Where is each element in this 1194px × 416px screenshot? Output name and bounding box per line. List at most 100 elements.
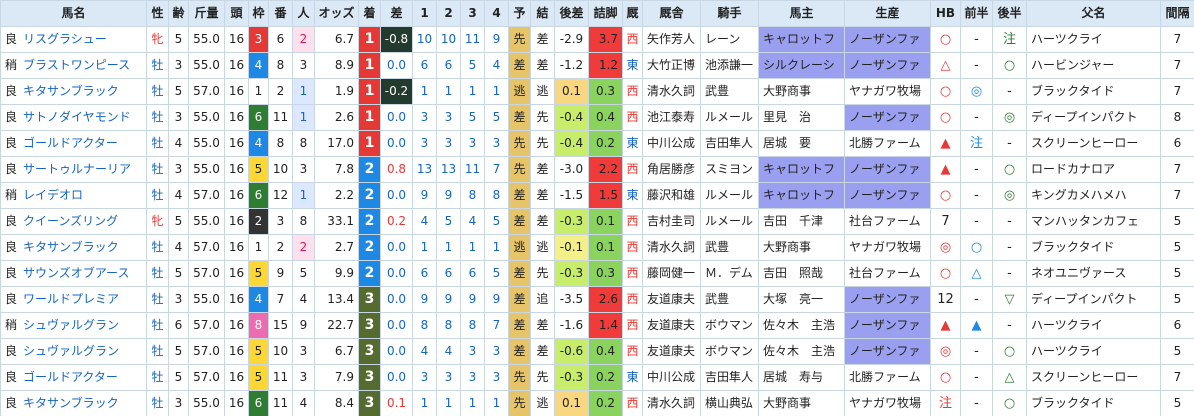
column-header[interactable]: 性 [146,0,169,27]
breeder[interactable]: ノーザンファ [844,286,931,313]
jockey[interactable]: ボウマン [700,312,759,339]
trainer[interactable]: 藤沢和雄 [642,182,701,209]
horse-name-link[interactable]: レイデオロ [23,188,83,202]
trainer[interactable]: 大竹正博 [642,52,701,79]
column-header[interactable]: 2 [436,0,461,27]
horse-name-link[interactable]: シュヴァルグラン [23,344,119,358]
sire[interactable]: ロードカナロア [1026,156,1161,183]
owner[interactable]: 大野商事 [758,390,845,416]
table-row[interactable]: 稍レイデオロ牡 4 57.0 16 6 12 1 2.2 2 0.0 9 9 8 8 差差 -1.5 1.5 東藤… [0,182,1194,209]
breeder[interactable]: ヤナガワ牧場 [844,234,931,261]
trainer[interactable]: 角居勝彦 [642,156,701,183]
breeder[interactable]: ヤナガワ牧場 [844,390,931,416]
table-row[interactable]: 稍ブラストワンピース牡 3 55.0 16 4 8 3 8.9 1 0.0 6 6 5 4 差差 -1.2 1.… [0,52,1194,79]
trainer[interactable]: 友道康夫 [642,338,701,365]
column-header[interactable]: 馬名 [0,0,147,27]
table-row[interactable]: 良キタサンブラック牡 5 57.0 16 1 2 1 1.9 1 -0.2 1 1 1 1 逃逃 0.1 0.3… [0,78,1194,105]
breeder[interactable]: ノーザンファ [844,26,931,53]
column-header[interactable]: 1 [412,0,437,27]
sire[interactable]: マンハッタンカフェ [1026,208,1161,235]
column-header[interactable]: 騎手 [700,0,759,27]
column-header[interactable]: 詰脚 [588,0,623,27]
horse-name-cell[interactable]: 良キタサンブラック [0,234,147,261]
jockey[interactable]: 武豊 [700,234,759,261]
breeder[interactable]: ノーザンファ [844,312,931,339]
trainer[interactable]: 藤岡健一 [642,260,701,287]
owner[interactable]: 吉田 千津 [758,208,845,235]
column-header[interactable]: 父名 [1026,0,1161,27]
trainer[interactable]: 池江泰寿 [642,104,701,131]
breeder[interactable]: 北勝ファーム [844,364,931,391]
column-header[interactable]: HB [930,0,961,27]
table-row[interactable]: 稍シュヴァルグラン牡 6 57.0 16 8 15 9 22.7 3 0.0 8 8 8 7 差差 -1.6 1… [0,312,1194,339]
breeder[interactable]: ヤナガワ牧場 [844,78,931,105]
horse-name-cell[interactable]: 稍ブラストワンピース [0,52,147,79]
column-header[interactable]: 着 [358,0,381,27]
owner[interactable]: キャロットフ [758,26,845,53]
table-row[interactable]: 良クイーンズリング牝 5 55.0 16 2 3 8 33.1 2 0.2 4 5 4 5 差差 -0.3 0.… [0,208,1194,235]
sire[interactable]: ハーツクライ [1026,312,1161,339]
trainer[interactable]: 清水久詞 [642,234,701,261]
table-row[interactable]: 良ワールドプレミア牡 3 55.0 16 4 7 4 13.4 3 0.0 9 9 9 9 差追 -3.5 2.… [0,286,1194,313]
table-row[interactable]: 良サトノダイヤモンド牡 3 55.0 16 6 11 1 2.6 1 0.0 3 3 5 5 差先 -0.4 0… [0,104,1194,131]
table-row[interactable]: 良ゴールドアクター牡 4 55.0 16 4 8 8 17.0 1 0.0 3 3 3 3 先先 -0.4 0.… [0,130,1194,157]
horse-name-link[interactable]: ゴールドアクター [23,136,118,150]
breeder[interactable]: 社台ファーム [844,208,931,235]
horse-name-link[interactable]: クイーンズリング [23,214,118,228]
breeder[interactable]: 北勝ファーム [844,130,931,157]
owner[interactable]: 佐々木 主浩 [758,312,845,339]
jockey[interactable]: レーン [700,26,759,53]
sire[interactable]: ハーツクライ [1026,26,1161,53]
owner[interactable]: 吉田 照哉 [758,260,845,287]
trainer[interactable]: 清水久詞 [642,390,701,416]
horse-name-cell[interactable]: 良キタサンブラック [0,78,147,105]
breeder[interactable]: ノーザンファ [844,104,931,131]
jockey[interactable]: 池添謙一 [700,52,759,79]
jockey[interactable]: ルメール [700,104,759,131]
column-header[interactable]: オッズ [314,0,359,27]
owner[interactable]: 居城 要 [758,130,845,157]
sire[interactable]: ディープインパクト [1026,286,1161,313]
horse-name-cell[interactable]: 良ワールドプレミア [0,286,147,313]
table-row[interactable]: 良サートゥルナーリア牡 3 55.0 16 5 10 3 7.8 2 0.8 13 13 11 7 先差 -3… [0,156,1194,183]
trainer[interactable]: 中川公成 [642,364,701,391]
column-header[interactable]: 生産 [844,0,931,27]
horse-name-cell[interactable]: 稍シュヴァルグラン [0,312,147,339]
owner[interactable]: シルクレーシ [758,52,845,79]
horse-name-cell[interactable]: 良シュヴァルグラン [0,338,147,365]
sire[interactable]: スクリーンヒーロー [1026,130,1161,157]
column-header[interactable]: 人 [292,0,315,27]
breeder[interactable]: ノーザンファ [844,182,931,209]
horse-name-cell[interactable]: 良サトノダイヤモンド [0,104,147,131]
horse-name-cell[interactable]: 良リスグラシュー [0,26,147,53]
trainer[interactable]: 清水久詞 [642,78,701,105]
sire[interactable]: キングカメハメハ [1026,182,1161,209]
horse-name-link[interactable]: サウンズオブアース [23,266,129,280]
breeder[interactable]: ノーザンファ [844,156,931,183]
horse-name-link[interactable]: キタサンブラック [23,396,119,410]
jockey[interactable]: ルメール [700,208,759,235]
trainer[interactable]: 吉村圭司 [642,208,701,235]
jockey[interactable]: 武豊 [700,286,759,313]
owner[interactable]: 里見 治 [758,104,845,131]
column-header[interactable]: 前半 [960,0,993,27]
table-row[interactable]: 良サウンズオブアース牡 5 57.0 16 5 9 5 9.9 2 0.0 6 6 6 5 差先 -0.3 0.… [0,260,1194,287]
owner[interactable]: キャロットフ [758,156,845,183]
column-header[interactable]: 馬主 [758,0,845,27]
horse-name-link[interactable]: キタサンブラック [23,240,119,254]
sire[interactable]: ネオユニヴァース [1026,260,1161,287]
horse-name-cell[interactable]: 稍レイデオロ [0,182,147,209]
sire[interactable]: ディープインパクト [1026,104,1161,131]
jockey[interactable]: ルメール [700,182,759,209]
sire[interactable]: ブラックタイド [1026,78,1161,105]
table-row[interactable]: 良キタサンブラック牡 3 55.0 16 6 11 4 8.4 3 0.1 1 1 1 1 先逃 0.1 0.2… [0,390,1194,416]
sire[interactable]: ブラックタイド [1026,234,1161,261]
horse-name-cell[interactable]: 良ゴールドアクター [0,130,147,157]
column-header[interactable]: 齢 [168,0,189,27]
trainer[interactable]: 中川公成 [642,130,701,157]
table-row[interactable]: 良リスグラシュー牝 5 55.0 16 3 6 2 6.7 1 -0.8 10 10 11 9 先差 -2.9… [0,26,1194,53]
owner[interactable]: 大野商事 [758,78,845,105]
horse-name-link[interactable]: ブラストワンピース [23,58,130,72]
table-row[interactable]: 良キタサンブラック牡 4 57.0 16 1 2 2 2.7 2 0.0 1 1 1 1 逃逃 -0.1 0.1… [0,234,1194,261]
column-header[interactable]: 結 [530,0,555,27]
